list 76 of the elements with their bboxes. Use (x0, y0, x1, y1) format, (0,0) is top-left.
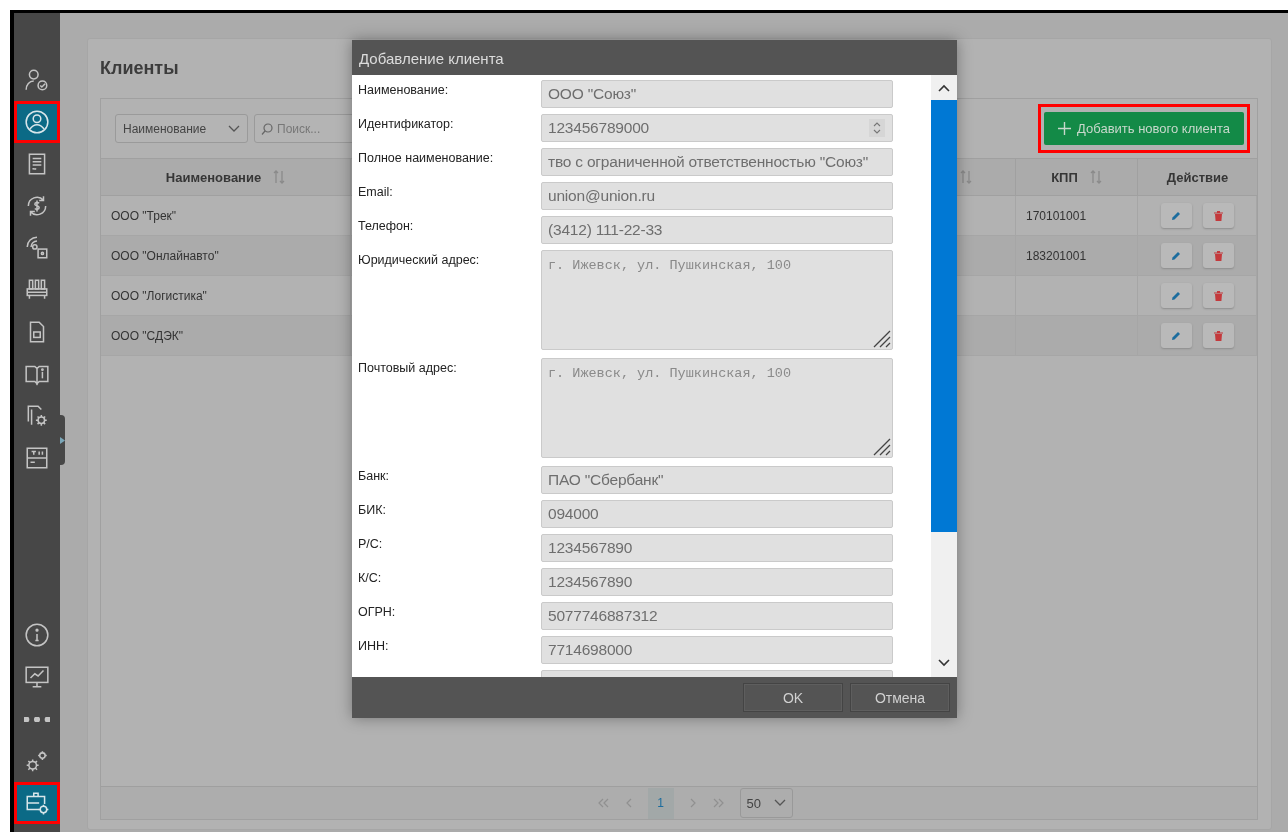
input-field[interactable]: тво с ограниченной ответственностью "Союз" (541, 148, 893, 176)
trash-icon (1213, 210, 1223, 221)
edit-button[interactable] (1160, 323, 1192, 348)
field-label: Полное наименование: (358, 150, 495, 167)
add-client-button[interactable]: Добавить нового клиента (1044, 112, 1244, 145)
scroll-thumb[interactable] (931, 100, 957, 532)
chevron-down-icon (773, 799, 786, 807)
sidebar-item[interactable] (14, 101, 60, 143)
column-title: КПП (1051, 169, 1078, 185)
field-label: Р/С: (358, 536, 384, 553)
page-number[interactable]: 1 (647, 787, 674, 819)
delete-button[interactable] (1202, 323, 1234, 348)
spinner-icon[interactable] (869, 119, 885, 137)
field-label: Юридический адрес: (358, 252, 481, 269)
field-label: Email: (358, 184, 394, 201)
text-area[interactable]: г. Ижевск, ул. Пушкинская, 100 (541, 358, 893, 458)
field-label: Наименование: (358, 82, 450, 99)
edit-button[interactable] (1160, 243, 1192, 268)
input-field[interactable]: ПАО "Сбербанк" (541, 466, 893, 494)
field-label: К/С: (358, 570, 383, 587)
edit-button[interactable] (1160, 283, 1192, 308)
number-field[interactable]: 123456789000 (541, 114, 893, 142)
delete-button[interactable] (1202, 283, 1234, 308)
input-field[interactable]: ООО "Союз" (541, 80, 893, 108)
user-icon (24, 109, 50, 135)
page-title: Клиенты (100, 58, 179, 79)
trash-icon (1213, 250, 1223, 261)
resize-grip-icon[interactable] (871, 328, 891, 348)
field-label: ОГРН: (358, 604, 397, 621)
delete-button[interactable] (1202, 243, 1234, 268)
user-check-icon (24, 67, 50, 93)
trash-icon (1213, 290, 1223, 301)
column-header[interactable]: КПП (1016, 159, 1138, 196)
more-icon (24, 716, 50, 722)
field-label: Банк: (358, 468, 390, 485)
pencil-icon (1171, 330, 1181, 341)
column-title: Действие (1166, 169, 1229, 185)
monitor-chart-icon (24, 664, 50, 690)
dialog-title: Добавление клиента (359, 50, 504, 67)
column-header[interactable]: Наименование (101, 159, 351, 196)
input-field[interactable]: 094000 (541, 500, 893, 528)
field-label: ИНН: (358, 638, 390, 655)
plus-icon (1058, 122, 1072, 135)
input-field[interactable]: 1234567890 (541, 534, 893, 562)
input-field[interactable]: 7714698000 (541, 636, 893, 664)
terminal-icon (24, 445, 50, 471)
field-label: БИК: (358, 502, 387, 519)
page-size-dropdown[interactable]: 50 (739, 788, 793, 818)
text-area[interactable]: г. Ижевск, ул. Пушкинская, 100 (541, 250, 893, 350)
input-field[interactable]: (3412) 111-22-33 (541, 216, 893, 244)
cancel-button[interactable]: Отмена (850, 683, 950, 712)
pencil-icon (1171, 210, 1181, 221)
column-title: Наименование (165, 169, 262, 185)
edit-button[interactable] (1160, 203, 1192, 228)
field-label: Почтовый адрес: (358, 360, 458, 377)
trash-icon (1213, 330, 1223, 341)
expand-tab[interactable] (60, 415, 65, 465)
gears-icon (24, 748, 50, 774)
pencil-icon (1171, 250, 1181, 261)
input-field[interactable]: 1234567890 (541, 568, 893, 596)
field-label: Телефон: (358, 218, 415, 235)
pencil-icon (1171, 290, 1181, 301)
delete-button[interactable] (1202, 203, 1234, 228)
info-icon (24, 622, 50, 648)
ok-button[interactable]: OK (743, 683, 843, 712)
sidebar-item[interactable] (14, 782, 60, 824)
scrollbar[interactable] (931, 75, 957, 677)
input-field[interactable]: 5077746887312 (541, 602, 893, 630)
chevron-down-icon (228, 124, 240, 133)
table-cell: ООО "СДЭК" (101, 316, 351, 356)
search-icon (261, 122, 273, 135)
briefcase-gear-icon (24, 790, 50, 816)
filter-dropdown[interactable]: Наименование (115, 114, 248, 143)
resize-grip-icon[interactable] (871, 436, 891, 456)
broadcast-lock-icon (24, 235, 50, 261)
input-field[interactable]: union@union.ru (541, 182, 893, 210)
